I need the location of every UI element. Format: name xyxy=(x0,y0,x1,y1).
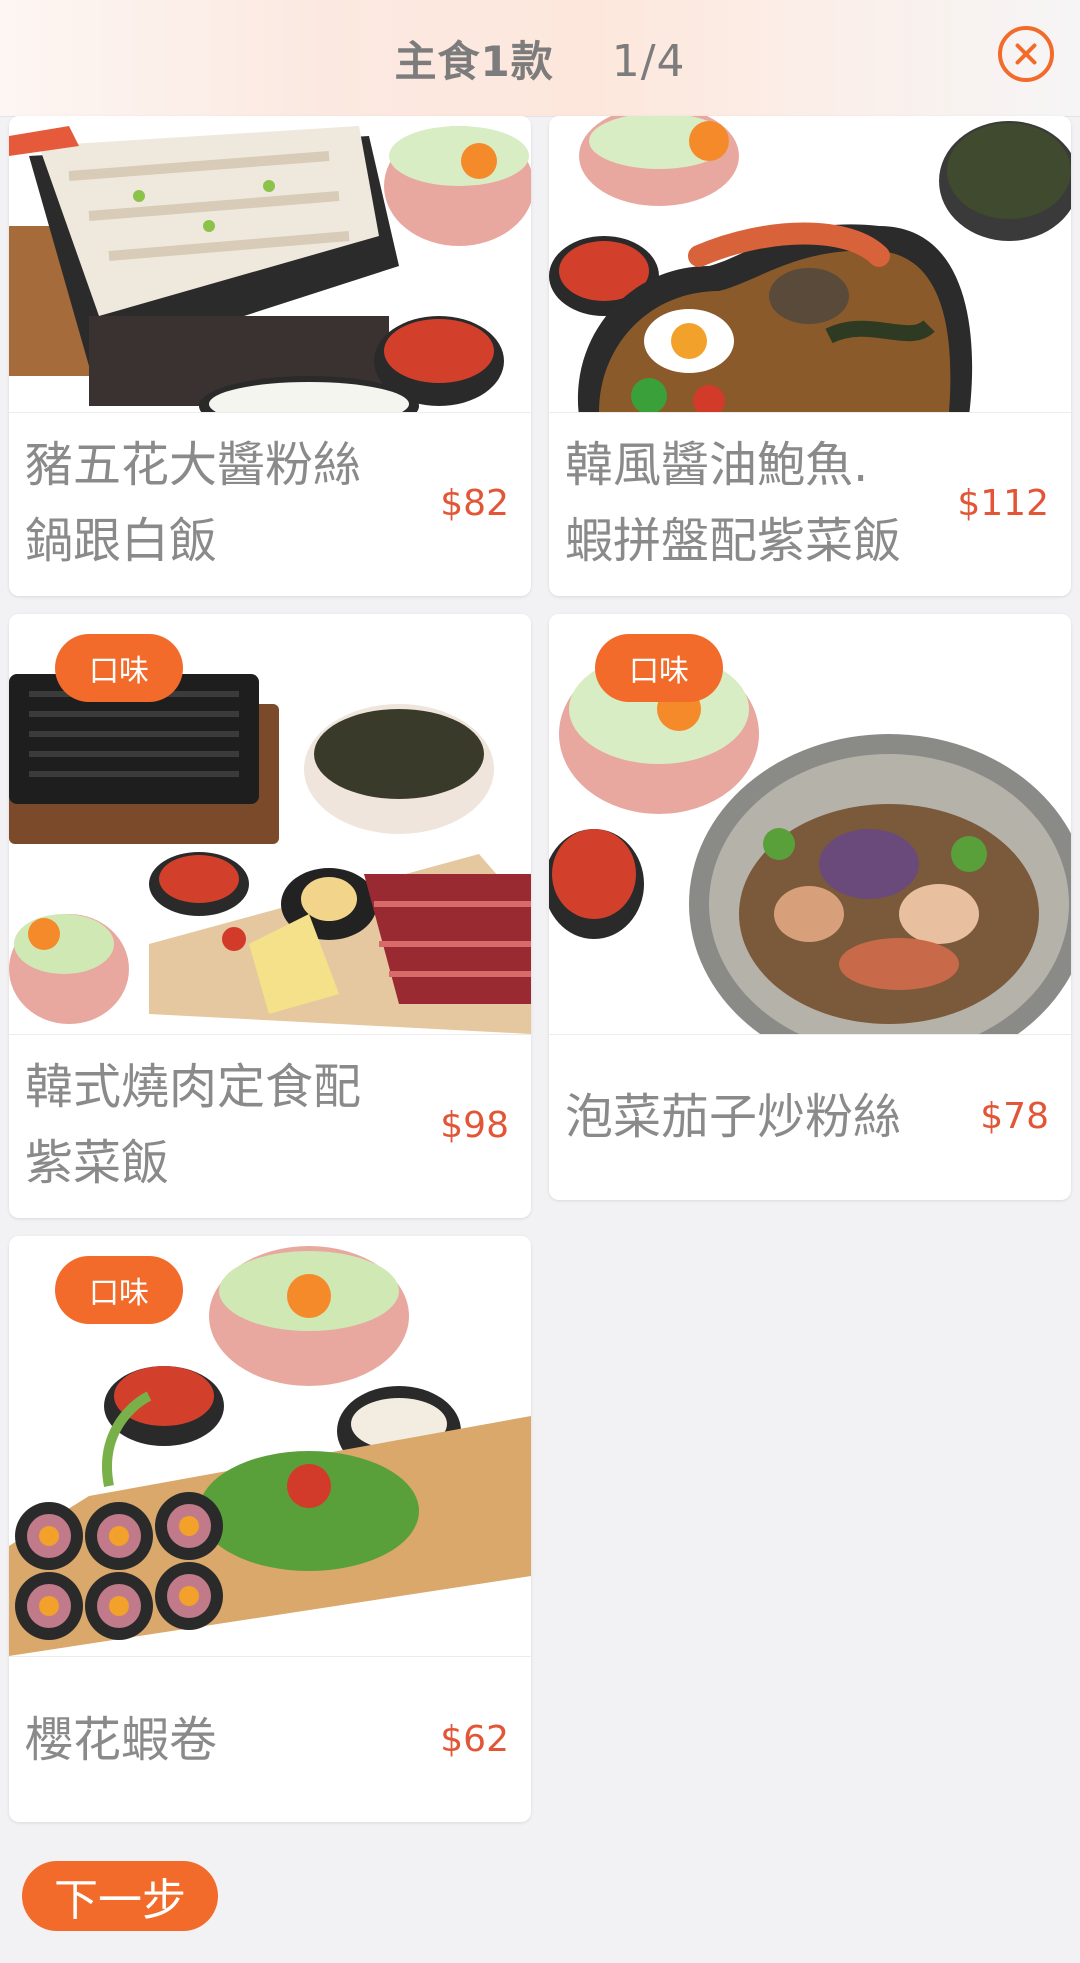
food-image xyxy=(9,116,531,412)
item-name: 泡菜茄子炒粉絲 xyxy=(565,1089,902,1145)
item-price: $98 xyxy=(440,1105,509,1146)
menu-item-card[interactable]: 豬五花大醬粉絲 鍋跟白飯 $82 xyxy=(9,116,531,596)
item-name: 韓式燒肉定食配 紫菜飯 xyxy=(25,1059,362,1191)
food-image xyxy=(549,116,1071,412)
item-name: 櫻花蝦卷 xyxy=(25,1712,218,1768)
item-price: $62 xyxy=(440,1719,509,1760)
item-name: 韓風醬油鮑魚. 蝦拼盤配紫菜飯 xyxy=(565,437,902,569)
item-name: 豬五花大醬粉絲 鍋跟白飯 xyxy=(25,437,362,569)
menu-item-card[interactable]: 韓風醬油鮑魚. 蝦拼盤配紫菜飯 $112 xyxy=(549,116,1071,596)
page-title: 主食1款 1/4 xyxy=(0,28,1080,89)
item-price: $112 xyxy=(957,483,1049,524)
menu-item-card[interactable]: 口味 櫻花蝦卷 $62 xyxy=(9,1236,531,1822)
flavor-badge: 口味 xyxy=(55,1256,183,1324)
flavor-badge: 口味 xyxy=(55,634,183,702)
category-counter: 1/4 xyxy=(611,36,686,87)
category-title: 主食1款 xyxy=(394,37,554,86)
item-price: $78 xyxy=(980,1096,1049,1137)
item-price: $82 xyxy=(440,483,509,524)
flavor-badge: 口味 xyxy=(595,634,723,702)
menu-item-card[interactable]: 口味 泡菜茄子炒粉絲 $78 xyxy=(549,614,1071,1200)
header-bar: 主食1款 1/4 xyxy=(0,0,1080,117)
menu-item-card[interactable]: 口味 韓式燒肉定食配 紫菜飯 $98 xyxy=(9,614,531,1218)
next-step-button[interactable]: 下一步 xyxy=(22,1861,218,1931)
close-icon[interactable] xyxy=(998,26,1054,82)
